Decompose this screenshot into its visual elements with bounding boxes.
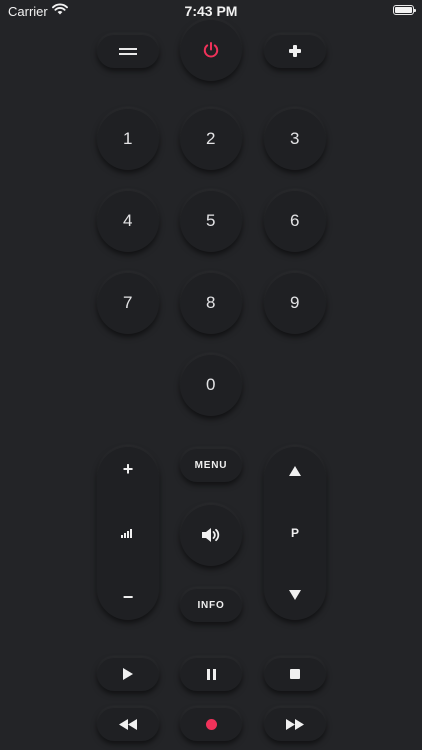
battery-icon: [393, 5, 416, 15]
rewind-button[interactable]: [97, 707, 159, 741]
volume-rocker: + −: [97, 446, 159, 620]
plus-icon: [289, 45, 301, 57]
speaker-icon: [202, 528, 220, 542]
key-label: 2: [206, 129, 216, 148]
pause-button[interactable]: [180, 657, 242, 691]
key-label: 5: [206, 211, 216, 230]
menu-icon: [119, 47, 137, 55]
key-9[interactable]: 9: [264, 272, 326, 334]
channel-rocker: P: [264, 446, 326, 620]
key-4[interactable]: 4: [97, 190, 159, 252]
stop-button[interactable]: [264, 657, 326, 691]
menu-list-button[interactable]: [97, 34, 159, 68]
remote-screen: Carrier 7:43 PM 1 2 3 4 5 6 7 8 9 0 + − …: [0, 0, 422, 750]
pause-icon: [206, 668, 216, 680]
key-0[interactable]: 0: [180, 354, 242, 416]
fast-forward-icon: [286, 718, 304, 730]
record-icon: [205, 718, 217, 730]
volume-up-button[interactable]: +: [123, 460, 134, 478]
key-3[interactable]: 3: [264, 108, 326, 170]
record-button[interactable]: [180, 707, 242, 741]
key-label: 8: [206, 293, 216, 312]
key-label: 1: [123, 129, 133, 148]
triangle-down-icon[interactable]: [289, 590, 301, 600]
key-label: 3: [290, 129, 300, 148]
key-7[interactable]: 7: [97, 272, 159, 334]
key-1[interactable]: 1: [97, 108, 159, 170]
key-6[interactable]: 6: [264, 190, 326, 252]
power-button[interactable]: [180, 19, 242, 81]
rewind-icon: [119, 718, 137, 730]
info-button[interactable]: INFO: [180, 588, 242, 622]
mute-button[interactable]: [180, 504, 242, 566]
key-8[interactable]: 8: [180, 272, 242, 334]
menu-label: MENU: [194, 459, 228, 471]
signal-bars-icon: [121, 529, 132, 538]
fast-forward-button[interactable]: [264, 707, 326, 741]
key-label: 7: [123, 293, 133, 312]
triangle-up-icon[interactable]: [289, 466, 301, 476]
clock: 7:43 PM: [184, 3, 238, 19]
key-label: 0: [206, 375, 216, 394]
volume-down-button[interactable]: −: [123, 588, 134, 606]
key-label: 9: [290, 293, 300, 312]
info-label: INFO: [197, 599, 225, 611]
key-5[interactable]: 5: [180, 190, 242, 252]
play-button[interactable]: [97, 657, 159, 691]
stop-icon: [290, 669, 300, 679]
play-icon: [123, 668, 133, 680]
key-label: 6: [290, 211, 300, 230]
channel-label: P: [290, 526, 299, 540]
key-label: 4: [123, 211, 133, 230]
add-button[interactable]: [264, 34, 326, 68]
power-icon: [203, 42, 219, 58]
menu-button[interactable]: MENU: [180, 448, 242, 482]
key-2[interactable]: 2: [180, 108, 242, 170]
